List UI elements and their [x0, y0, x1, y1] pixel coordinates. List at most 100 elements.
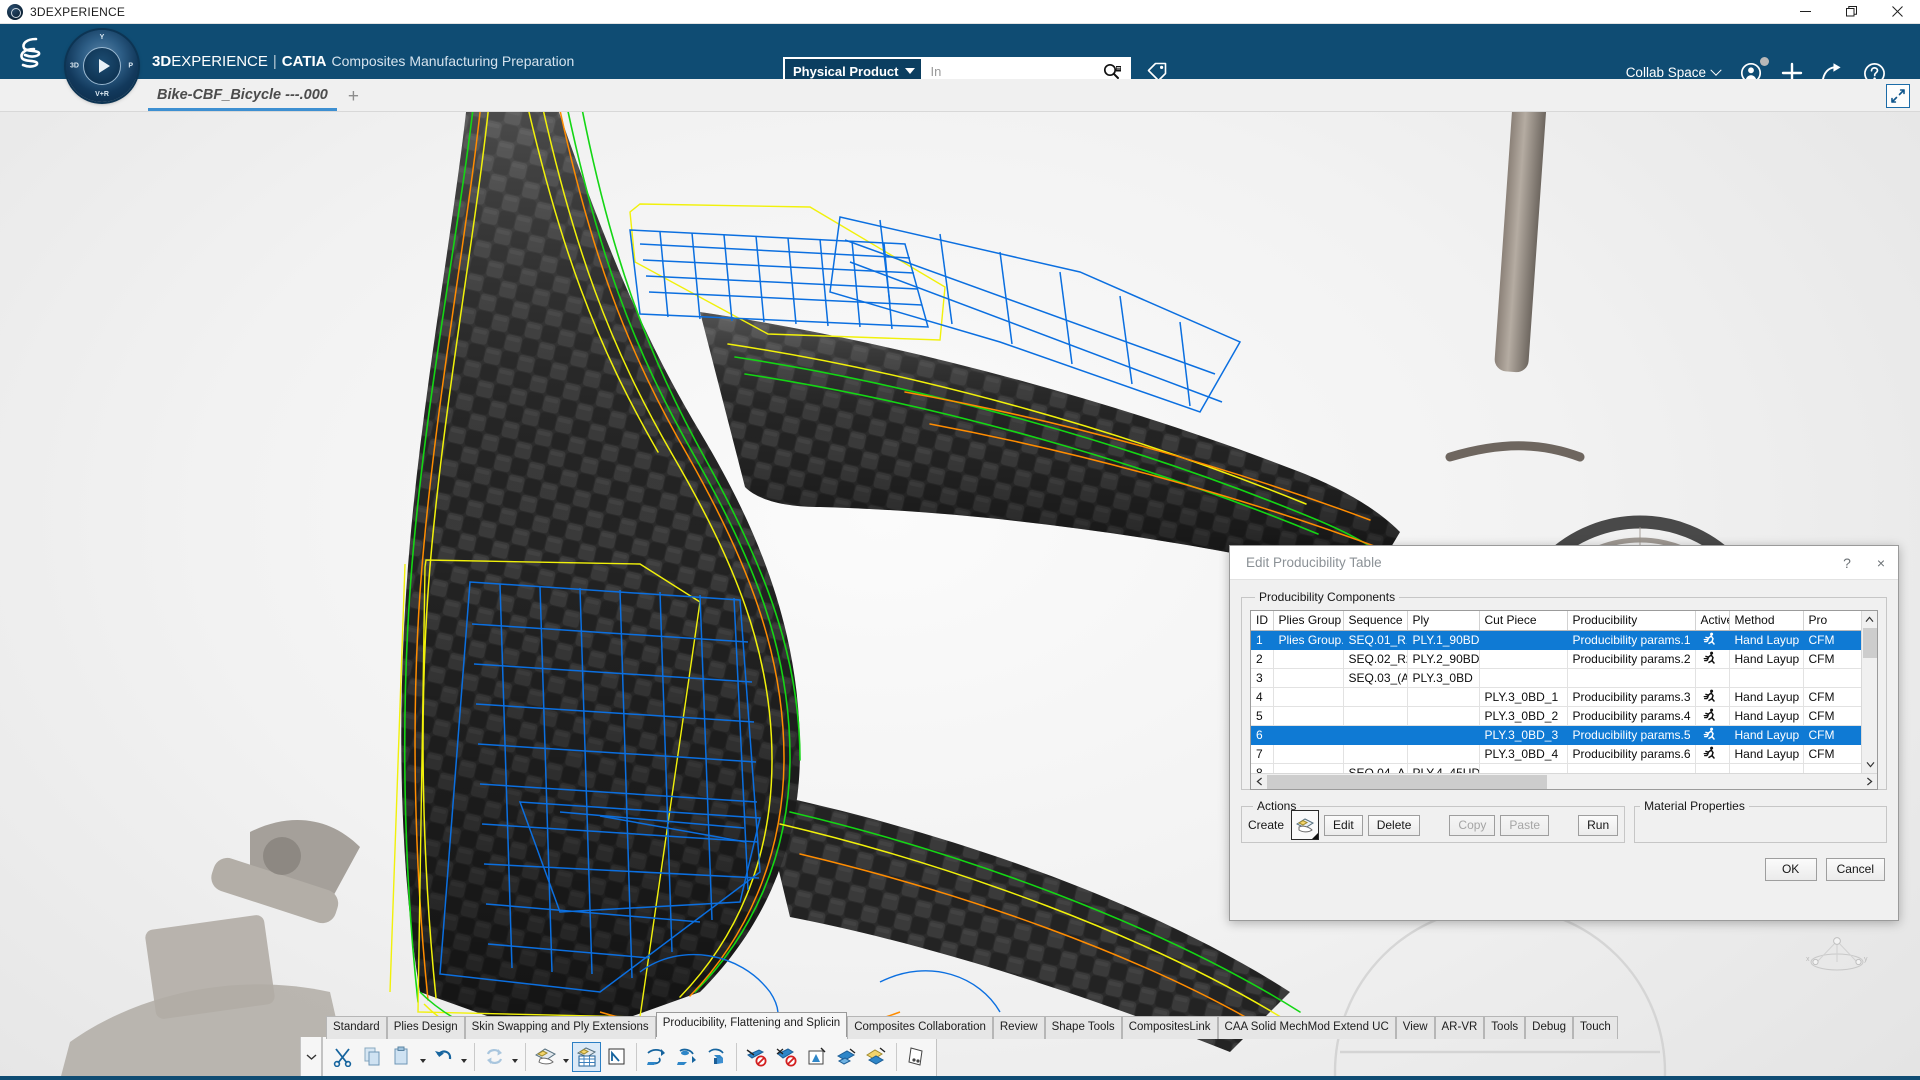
table-cell-pro: CFM: [1803, 687, 1864, 707]
undo-icon[interactable]: [429, 1042, 458, 1072]
darts-icon[interactable]: [802, 1042, 831, 1072]
workbench-tab[interactable]: AR-VR: [1434, 1016, 1485, 1039]
export-flatten-icon[interactable]: [642, 1042, 671, 1072]
sequence-splicing-icon[interactable]: [862, 1042, 891, 1072]
workbench-tab[interactable]: Touch: [1573, 1016, 1618, 1039]
ply-manufacturing-icon[interactable]: [531, 1042, 560, 1072]
compass-center-button[interactable]: [83, 47, 121, 85]
table-cell-cut-piece: PLY.3_0BD_2: [1479, 706, 1568, 726]
table-column-header[interactable]: Producibility: [1567, 611, 1696, 631]
table-row[interactable]: 1Plies Group.1SEQ.01_R1PLY.1_90BD Produci…: [1251, 630, 1864, 650]
cut-icon[interactable]: [328, 1042, 357, 1072]
table-column-header[interactable]: Sequence: [1343, 611, 1408, 631]
producibility-table-container[interactable]: ID Plies Group Sequence Ply Cut Piece Produci…: [1250, 610, 1878, 790]
add-tab-button[interactable]: +: [348, 87, 359, 111]
toolbar-separator: [636, 1042, 637, 1071]
ply-dropdown-arrow-icon[interactable]: [561, 1042, 571, 1072]
producibility-table-icon[interactable]: [572, 1041, 601, 1072]
table-column-header[interactable]: Ply: [1407, 611, 1480, 631]
flattening-icon[interactable]: [602, 1042, 631, 1072]
table-column-header[interactable]: ID: [1251, 611, 1274, 631]
table-cell-sequence: [1343, 744, 1408, 764]
undo-dropdown-arrow-icon[interactable]: [459, 1042, 469, 1072]
table-row[interactable]: 4 PLY.3_0BD_1 Producibility params.3 Hand L…: [1251, 687, 1864, 707]
workbench-tab[interactable]: Standard: [326, 1016, 387, 1039]
expand-collapse-icon[interactable]: [1886, 84, 1910, 108]
splice-cut-icon[interactable]: [772, 1042, 801, 1072]
collab-space-selector[interactable]: Collab Space: [1626, 64, 1722, 80]
table-row[interactable]: 3 SEQ.03_(A) PLY.3_0BD: [1251, 668, 1864, 688]
scroll-up-icon[interactable]: [1862, 611, 1877, 627]
table-column-header[interactable]: Active: [1695, 611, 1730, 631]
chevron-down-icon[interactable]: [300, 1037, 322, 1077]
table-column-header[interactable]: Plies Group: [1273, 611, 1344, 631]
workbench-tab[interactable]: Skin Swapping and Ply Extensions: [464, 1016, 656, 1039]
table-row[interactable]: 6 PLY.3_0BD_3 Producibility params.5 Hand L…: [1251, 725, 1864, 745]
table-column-header[interactable]: Pro: [1803, 611, 1864, 631]
app-brand: 3DEXPERIENCE | CATIA Composites Manufacturi…: [152, 53, 574, 70]
vertical-scroll-thumb[interactable]: [1863, 628, 1877, 658]
runner-icon: [1695, 668, 1730, 688]
workbench-tab[interactable]: Review: [992, 1016, 1045, 1039]
import-flatten-icon[interactable]: [672, 1042, 701, 1072]
scroll-left-icon[interactable]: [1251, 774, 1267, 790]
table-cell-pro: CFM: [1803, 706, 1864, 726]
dialog-help-button[interactable]: ?: [1830, 546, 1864, 579]
producibility-components-group: Producibility Components ID Plies Group Se…: [1241, 590, 1887, 790]
remove-splice-icon[interactable]: [742, 1042, 771, 1072]
unfold-3d-icon[interactable]: [702, 1042, 731, 1072]
minimize-icon[interactable]: [1782, 0, 1828, 24]
workbench-tab[interactable]: View: [1395, 1016, 1435, 1039]
run-button[interactable]: Run: [1578, 814, 1619, 836]
runner-icon: [1695, 725, 1730, 745]
table-cell-plies-group: Plies Group.1: [1273, 630, 1344, 650]
toolbar-separator: [896, 1042, 897, 1071]
ok-button[interactable]: OK: [1764, 858, 1817, 881]
table-horizontal-scrollbar[interactable]: [1251, 773, 1877, 789]
3ds-logo-icon[interactable]: [14, 35, 58, 69]
table-cell-method: Hand Layup: [1729, 706, 1804, 726]
search-icon[interactable]: [1103, 63, 1122, 80]
dialog-title-bar: Edit Producibility Table ? ×: [1230, 546, 1898, 580]
copy-icon[interactable]: [358, 1042, 387, 1072]
svg-text:y: y: [1864, 956, 1868, 963]
3d-compass-widget[interactable]: Y 3D P V+R: [66, 30, 138, 102]
workbench-tab[interactable]: Debug: [1525, 1016, 1574, 1039]
ply-book-icon[interactable]: [902, 1042, 931, 1072]
edit-button[interactable]: Edit: [1324, 814, 1363, 836]
table-cell-method: [1729, 668, 1804, 688]
horizontal-scroll-thumb[interactable]: [1267, 774, 1547, 789]
delete-button[interactable]: Delete: [1367, 814, 1421, 836]
runner-icon: [1695, 706, 1730, 726]
table-vertical-scrollbar[interactable]: [1861, 611, 1877, 789]
document-tab-strip: Bike-CBF_Bicycle ---.000 +: [0, 79, 1920, 112]
play-icon: [98, 59, 110, 73]
maximize-icon[interactable]: [1828, 0, 1874, 24]
paste-icon[interactable]: [388, 1042, 417, 1072]
paste-dropdown-arrow-icon[interactable]: [418, 1042, 428, 1072]
table-column-header[interactable]: Cut Piece: [1479, 611, 1568, 631]
table-cell-cut-piece: PLY.3_0BD_1: [1479, 687, 1568, 707]
workbench-tab[interactable]: CompositesLink: [1121, 1016, 1218, 1039]
workbench-tab[interactable]: Shape Tools: [1044, 1016, 1122, 1039]
cancel-button[interactable]: Cancel: [1825, 858, 1885, 881]
table-row[interactable]: 5 PLY.3_0BD_2 Producibility params.4 Hand L…: [1251, 706, 1864, 726]
update-icon[interactable]: [480, 1042, 509, 1072]
search-input[interactable]: In: [930, 64, 1103, 79]
dialog-close-button[interactable]: ×: [1864, 546, 1898, 579]
update-dropdown-arrow-icon[interactable]: [510, 1042, 520, 1072]
scroll-right-icon[interactable]: [1861, 774, 1877, 790]
workbench-tab[interactable]: Plies Design: [386, 1016, 465, 1039]
table-row[interactable]: 2 SEQ.02_R2 PLY.2_90BD Producibility params…: [1251, 649, 1864, 669]
document-tab[interactable]: Bike-CBF_Bicycle ---.000: [148, 87, 337, 111]
scroll-down-icon[interactable]: [1862, 756, 1877, 772]
workbench-tab[interactable]: Composites Collaboration: [847, 1016, 993, 1039]
create-producibility-icon[interactable]: [1291, 810, 1320, 840]
table-column-header[interactable]: Method: [1729, 611, 1804, 631]
workbench-tab[interactable]: Tools: [1484, 1016, 1526, 1039]
workbench-tab[interactable]: Producibility, Flattening and Splicin: [655, 1012, 848, 1037]
table-row[interactable]: 7 PLY.3_0BD_4 Producibility params.6 Hand L…: [1251, 744, 1864, 764]
workbench-tab[interactable]: CAA Solid MechMod Extend UC: [1217, 1016, 1396, 1039]
close-icon[interactable]: [1874, 0, 1920, 24]
ply-splicing-icon[interactable]: [832, 1042, 861, 1072]
